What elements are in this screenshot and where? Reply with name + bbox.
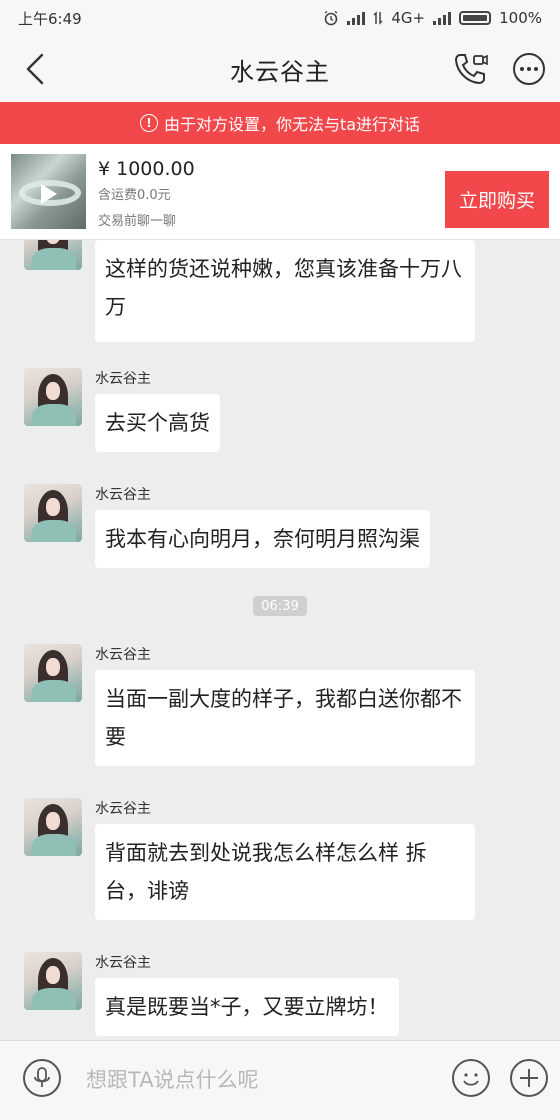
message-bubble[interactable]: 这样的货还说种嫩，您真该准备十万八万 xyxy=(95,240,475,342)
phone-video-icon[interactable] xyxy=(452,50,490,88)
sender-name: 水云谷主 xyxy=(95,801,151,817)
message-input[interactable] xyxy=(86,1061,436,1099)
network-arrows-icon xyxy=(373,11,383,25)
avatar[interactable] xyxy=(24,644,82,702)
warning-text: 由于对方设置，你无法与ta进行对话 xyxy=(163,115,421,134)
battery-icon xyxy=(459,11,492,25)
input-bar xyxy=(0,1040,560,1120)
chat-messages[interactable]: 这样的货还说种嫩，您真该准备十万八万 水云谷主 去买个高货 水云谷主 我本有心向… xyxy=(0,240,560,1040)
avatar[interactable] xyxy=(24,240,82,270)
signal-icon xyxy=(347,11,366,25)
avatar[interactable] xyxy=(24,368,82,426)
network-type: 4G+ xyxy=(391,9,426,27)
sender-name: 水云谷主 xyxy=(95,371,151,387)
signal-icon xyxy=(433,11,452,25)
message-bubble[interactable]: 当面一副大度的样子，我都白送你都不要 xyxy=(95,670,475,766)
avatar[interactable] xyxy=(24,484,82,542)
play-icon xyxy=(41,184,57,204)
exclamation-circle-icon: ! xyxy=(139,114,158,132)
product-hint: 交易前聊一聊 xyxy=(98,214,177,229)
product-shipping: 含运费0.0元 xyxy=(98,188,171,203)
status-time: 上午6:49 xyxy=(18,9,82,28)
chat-header: 水云谷主 xyxy=(0,36,560,102)
sender-name: 水云谷主 xyxy=(95,647,151,663)
plus-icon[interactable] xyxy=(510,1059,548,1097)
product-card[interactable]: ¥ 1000.00 含运费0.0元 交易前聊一聊 立即购买 xyxy=(0,144,560,240)
status-icons: 4G+ 100% xyxy=(323,9,542,27)
sender-name: 水云谷主 xyxy=(95,955,151,971)
microphone-icon[interactable] xyxy=(23,1059,61,1097)
product-thumbnail[interactable] xyxy=(11,154,86,229)
emoji-icon[interactable] xyxy=(452,1059,490,1097)
page-title: 水云谷主 xyxy=(230,57,330,86)
avatar[interactable] xyxy=(24,798,82,856)
message-bubble[interactable]: 去买个高货 xyxy=(95,394,220,452)
buy-now-button[interactable]: 立即购买 xyxy=(445,171,549,228)
product-price: ¥ 1000.00 xyxy=(98,158,195,180)
battery-level: 100% xyxy=(499,9,542,27)
avatar[interactable] xyxy=(24,952,82,1010)
alarm-icon xyxy=(324,10,338,26)
warning-banner: ! 由于对方设置，你无法与ta进行对话 xyxy=(0,102,560,144)
back-arrow-icon[interactable] xyxy=(22,51,52,87)
message-bubble[interactable]: 我本有心向明月，奈何明月照沟渠 xyxy=(95,510,430,568)
timestamp-badge: 06:39 xyxy=(253,596,307,616)
status-bar: 上午6:49 4G+ 100% xyxy=(0,0,560,36)
sender-name: 水云谷主 xyxy=(95,487,151,503)
message-bubble[interactable]: 背面就去到处说我怎么样怎么样 拆台，诽谤 xyxy=(95,824,475,920)
more-dots-icon[interactable] xyxy=(512,52,546,86)
message-bubble[interactable]: 真是既要当*子，又要立牌坊！ xyxy=(95,978,399,1036)
